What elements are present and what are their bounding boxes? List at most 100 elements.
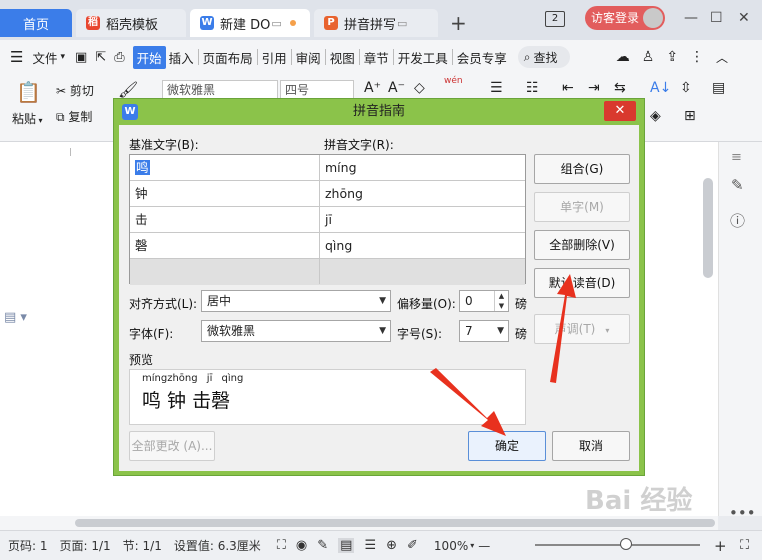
paste-icon[interactable]: 📋 [16, 80, 41, 104]
close-window-button[interactable]: ✕ [738, 10, 750, 26]
more-options-icon[interactable]: ••• [729, 504, 756, 522]
help-icon[interactable]: ⓘ [730, 210, 745, 231]
menu-reference[interactable]: 引用 [259, 48, 290, 67]
sort-icon[interactable]: A↓ [650, 80, 671, 96]
table-row[interactable]: 击 jī [130, 207, 525, 233]
horizontal-scrollbar[interactable] [75, 519, 715, 527]
format-painter-icon[interactable]: 🖌 [118, 80, 138, 99]
indent-icon[interactable]: ⇥ [588, 80, 600, 96]
window-count-badge[interactable]: 2 [545, 11, 565, 27]
copy-button[interactable]: ⧉ 复制 [56, 108, 92, 125]
paste-button[interactable]: 粘贴 ▾ [12, 110, 43, 127]
align-select[interactable]: 居中 ▼ [201, 290, 391, 312]
menu-insert[interactable]: 插入 [166, 48, 197, 67]
chevron-down-icon[interactable]: ▾ [60, 52, 65, 62]
zoom-in-button[interactable]: + [714, 537, 727, 555]
bullet-list-icon[interactable]: ☰ [490, 80, 503, 96]
collapse-ribbon-icon[interactable]: ︿ [716, 49, 728, 66]
outdent-icon[interactable]: ⇤ [562, 80, 574, 96]
fullscreen-icon[interactable]: ⛶ [277, 538, 286, 553]
default-reading-button[interactable]: 默认读音(D) [534, 268, 630, 298]
zoom-out-button[interactable]: — [478, 539, 490, 553]
cut-button[interactable]: ✂ 剪切 [56, 82, 94, 99]
stepper-arrows-icon[interactable]: ▲ ▼ [494, 291, 508, 311]
table-row[interactable]: 鸣 míng [130, 155, 525, 181]
restore-button[interactable]: ☐ [710, 10, 723, 26]
print-icon[interactable]: ⎙ [114, 50, 124, 65]
table-row[interactable]: 磬 qìng [130, 233, 525, 259]
ok-button[interactable]: 确定 [468, 431, 546, 461]
eye-icon[interactable]: ◉ [296, 538, 307, 553]
zoom-value[interactable]: 100% [434, 539, 468, 553]
base-text-cell[interactable]: 磬 [130, 233, 320, 258]
menu-page-layout[interactable]: 页面布局 [200, 48, 256, 67]
offset-stepper[interactable]: 0 ▲ ▼ [459, 290, 509, 312]
menu-member[interactable]: 会员专享 [454, 48, 510, 67]
pinyin-cell[interactable]: zhōng [320, 181, 525, 206]
save-icon[interactable]: ▣ [75, 50, 87, 65]
pinyin-cell[interactable]: qìng [320, 233, 525, 258]
line-spacing-icon[interactable]: ⇳ [680, 80, 692, 96]
more-icon[interactable]: ⋮ [690, 49, 704, 65]
tab-home[interactable]: 首页 [0, 9, 72, 37]
share-icon[interactable]: ⇪ [666, 49, 678, 65]
table-row-empty[interactable] [130, 259, 525, 285]
font-select[interactable]: 微软雅黑 ▼ [201, 320, 391, 342]
ruler-icon[interactable]: ▤ [712, 80, 725, 96]
pen-icon[interactable]: ✎ [731, 176, 744, 194]
table-row[interactable]: 钟 zhōng [130, 181, 525, 207]
new-tab-button[interactable]: + [450, 11, 467, 35]
delete-all-button[interactable]: 全部删除(V) [534, 230, 630, 260]
chevron-down-icon[interactable]: ▾ [470, 541, 474, 550]
base-text-cell[interactable]: 鸣 [130, 155, 320, 180]
pinyin-cell[interactable] [320, 259, 525, 284]
hamburger-icon[interactable]: ☰ [10, 48, 23, 66]
menu-review[interactable]: 审阅 [293, 48, 324, 67]
search-button[interactable]: ⌕ 查找 [517, 46, 570, 68]
menu-view[interactable]: 视图 [327, 48, 358, 67]
pinyin-guide-icon[interactable]: wén [444, 76, 463, 86]
base-text-cell[interactable] [130, 259, 320, 284]
tab-pinyin-doc[interactable]: P 拼音拼写 ▭ [314, 9, 438, 37]
base-text-cell[interactable]: 钟 [130, 181, 320, 206]
pinyin-cell[interactable]: jī [320, 207, 525, 232]
menu-developer[interactable]: 开发工具 [395, 48, 451, 67]
grow-font-icon[interactable]: A⁺ [364, 80, 381, 96]
tab-new-doc[interactable]: W 新建 DO ▭ [190, 9, 310, 37]
edit-icon[interactable]: ✎ [317, 538, 328, 553]
cancel-button[interactable]: 取消 [552, 431, 630, 461]
guest-login-button[interactable]: 访客登录 [585, 6, 665, 30]
text-direction-icon[interactable]: ⇆ [614, 80, 626, 96]
numbered-list-icon[interactable]: ☷ [526, 80, 539, 96]
combine-button[interactable]: 组合(G) [534, 154, 630, 184]
tab-template[interactable]: 稻 稻壳模板 [76, 9, 186, 37]
shrink-font-icon[interactable]: A⁻ [388, 80, 405, 96]
tone-button[interactable]: 声调(T) ▾ [534, 314, 630, 344]
clear-format-icon[interactable]: ◇ [414, 80, 425, 96]
size-select[interactable]: 7 ▼ [459, 320, 509, 342]
menu-file[interactable]: 文件 [29, 48, 60, 67]
single-char-button[interactable]: 单字(M) [534, 192, 630, 222]
pinyin-cell[interactable]: míng [320, 155, 525, 180]
dialog-close-button[interactable]: ✕ [604, 101, 636, 121]
border-icon[interactable]: ⊞ [684, 108, 696, 124]
font-size-combo[interactable]: 四号 [280, 80, 354, 100]
minimize-button[interactable]: — [684, 10, 698, 26]
zoom-slider-thumb[interactable] [620, 538, 632, 550]
cloud-icon[interactable]: ☁ [616, 49, 630, 65]
outline-view-icon[interactable]: ☰ [364, 538, 376, 553]
base-text-cell[interactable]: 击 [130, 207, 320, 232]
font-family-combo[interactable]: 微软雅黑 [162, 80, 278, 100]
change-all-button[interactable]: 全部更改 (A)... [129, 431, 215, 461]
fit-window-icon[interactable]: ⛶ [740, 538, 749, 553]
user-add-icon[interactable]: ♙ [642, 49, 655, 65]
web-view-icon[interactable]: ⊕ [386, 538, 397, 553]
read-view-icon[interactable]: ✐ [407, 538, 418, 553]
zoom-slider-track[interactable] [535, 544, 700, 546]
menu-chapter[interactable]: 章节 [361, 48, 392, 67]
menu-start[interactable]: 开始 [132, 45, 166, 69]
export-icon[interactable]: ⇱ [95, 50, 106, 65]
vertical-scrollbar[interactable] [703, 178, 713, 278]
sidebar-lines-icon[interactable]: ≡ [731, 150, 742, 165]
paragraph-icon[interactable]: ▤ ▾ [4, 310, 27, 325]
